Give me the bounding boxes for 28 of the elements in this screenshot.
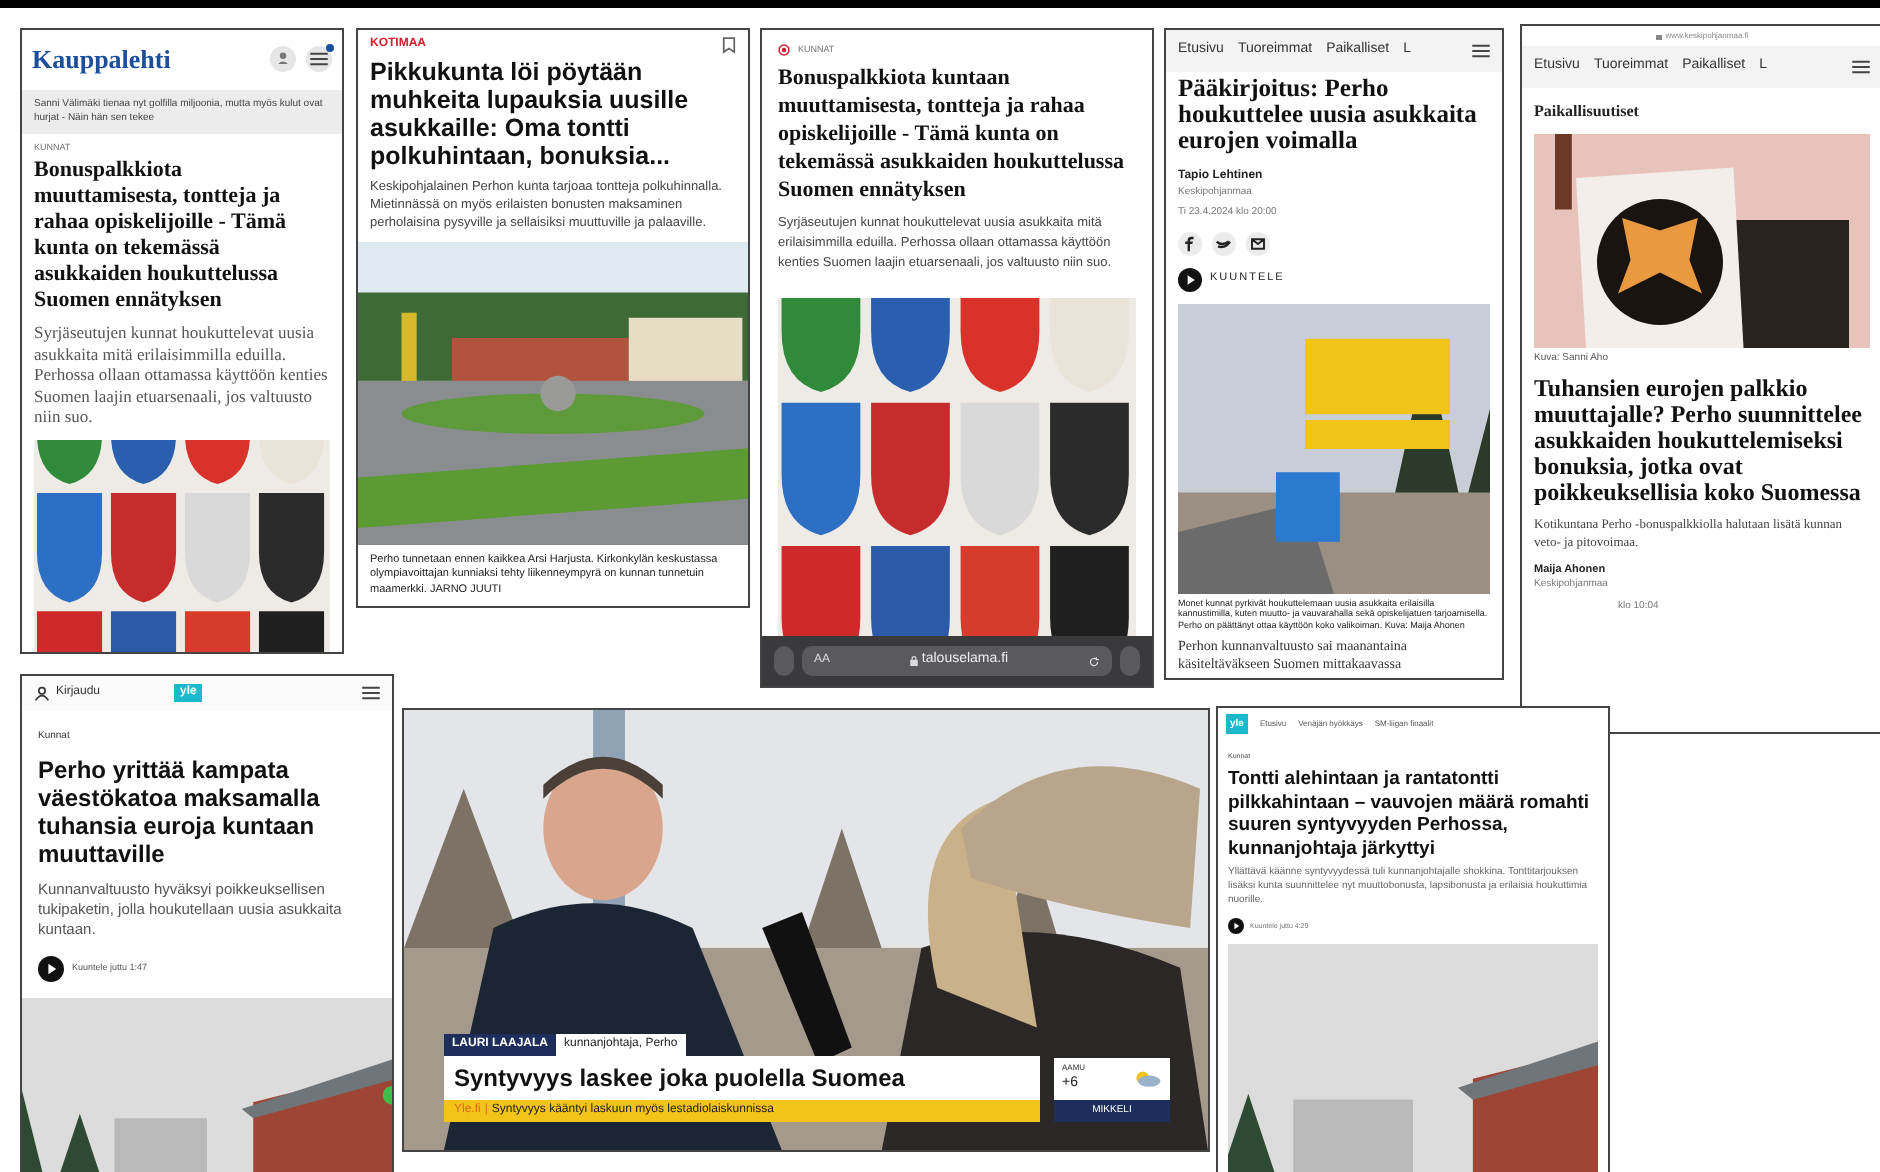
section-title: Paikallisuutiset xyxy=(1532,99,1641,123)
news-headline: Syntyvyys laskee joka puolella Suomea xyxy=(444,1056,1040,1100)
menu-icon[interactable] xyxy=(1852,59,1870,74)
article-headline: Perho yrittää kampata väestökatoa maksamalla tuhansia euroja kuntaan muuttaville xyxy=(36,753,322,867)
article-headline: Pääkirjoitus: Perho houkuttelee uusia asukkaita eurojen voimalla xyxy=(1176,71,1479,153)
menu-icon[interactable] xyxy=(1472,43,1490,58)
target-icon xyxy=(778,44,790,57)
article-headline: Bonuspalkkiota muuttamisesta, tontteja ja rahaa opiskelijoille - Tämä kunta on tekemässä asukkaiden houkuttelussa Suomen ennätyksen xyxy=(32,156,288,315)
play-icon[interactable] xyxy=(38,955,64,981)
play-icon[interactable] xyxy=(1228,918,1244,935)
notification-dot-icon xyxy=(326,44,334,53)
site-logo: Kauppalehti xyxy=(32,42,171,78)
user-icon[interactable] xyxy=(34,685,50,701)
mail-icon[interactable] xyxy=(1246,231,1270,255)
article-headline: Tuhansien eurojen palkkio muuttajalle? Perho suunnittelee asukkaiden houkuttelemiseksi bonuksia, jotka ovat poikkeuksellisia koko Suomessa xyxy=(1532,372,1864,506)
menu-icon[interactable] xyxy=(362,686,380,700)
article-lead: Syrjäseutujen kunnat houkuttelevat uusia asukkaita mitä erilaisimmilla eduilla. Perhossa ollaan ottamassa käyttöön kenties Suomen laajin etuarsenaali, jos valtuusto niin suo. xyxy=(32,320,330,428)
facebook-icon[interactable] xyxy=(1178,231,1202,255)
menu-icon[interactable] xyxy=(310,52,328,67)
sun-cloud-icon xyxy=(1130,1068,1162,1089)
article-headline: Tontti alehintaan ja rantatontti pilkkahintaan – vauvojen määrä romahti suuren syntyvyyden Perhossa, kunnanjohtaja järkyttyi xyxy=(1226,766,1592,861)
play-icon[interactable] xyxy=(1178,267,1202,291)
article-headline: Bonuspalkkiota kuntaan muuttamisesta, tontteja ja rahaa opiskelijoille - Tämä kunta on tekemässä asukkaiden houkuttelussa Suomen ennätyksen xyxy=(776,63,1126,204)
article-headline: Pikkukunta löi pöytään muhkeita lupauksia uusille asukkaille: Oma tontti polkuhintaan, bonuksia... xyxy=(368,56,691,170)
reload-icon[interactable] xyxy=(1088,655,1100,667)
lock-icon xyxy=(909,656,918,666)
lock-icon xyxy=(1655,32,1662,40)
bookmark-icon[interactable] xyxy=(722,36,736,54)
